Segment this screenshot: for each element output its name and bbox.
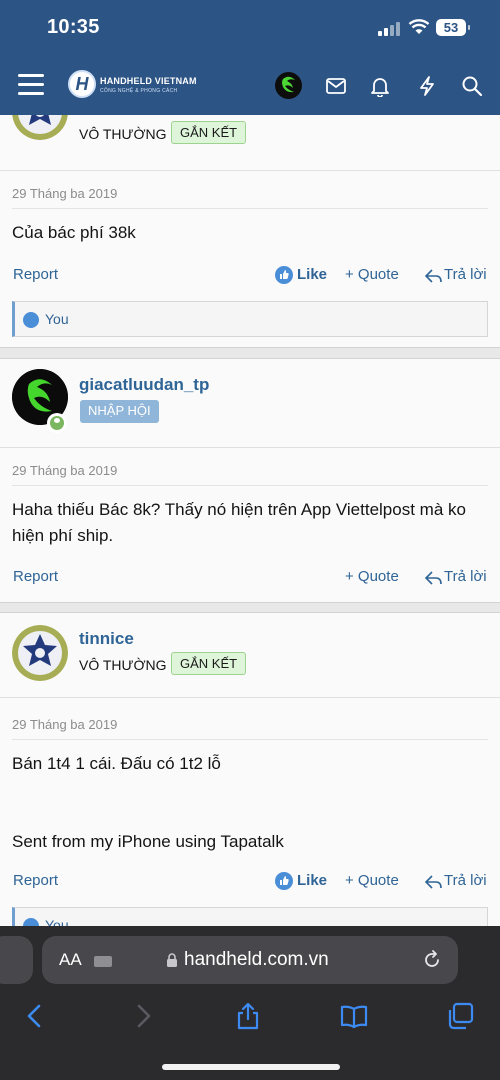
bell-icon[interactable] <box>369 75 391 97</box>
post-author: VÔ THƯỜNG GẮN KẾT <box>0 115 500 171</box>
post: VÔ THƯỜNG GẮN KẾT 29 Tháng ba 2019 Của b… <box>0 115 500 348</box>
reader-options-button[interactable]: AA <box>59 950 82 970</box>
post-author: tinnice VÔ THƯỜNG GẮN KẾT <box>0 613 500 698</box>
cellular-signal-icon <box>378 20 402 36</box>
logo-name: HANDHELD VIETNAM <box>100 76 197 86</box>
user-badge: GẮN KẾT <box>171 121 247 144</box>
wifi-icon <box>408 19 430 34</box>
like-button[interactable]: Like <box>297 872 327 889</box>
divider <box>12 739 488 740</box>
extension-icon[interactable] <box>94 956 112 967</box>
post-author: giacatluudan_tp NHẬP HỘI <box>0 359 500 448</box>
reply-button[interactable]: Trả lời <box>444 872 487 889</box>
report-button[interactable]: Report <box>13 568 58 585</box>
likes-by[interactable]: You <box>45 917 69 926</box>
site-logo[interactable]: H HANDHELD VIETNAM CÔNG NGHỆ & PHONG CÁC… <box>68 70 208 102</box>
likes-summary[interactable]: You <box>12 301 488 337</box>
logo-mark: H <box>68 70 96 98</box>
reload-icon[interactable] <box>421 949 443 971</box>
avatar[interactable] <box>12 115 68 140</box>
quote-button[interactable]: + Quote <box>345 872 399 889</box>
hamburger-icon[interactable] <box>18 74 46 96</box>
online-status-icon <box>47 413 67 433</box>
user-rank: VÔ THƯỜNG <box>79 126 167 142</box>
post-date[interactable]: 29 Tháng ba 2019 <box>12 717 117 732</box>
quote-button[interactable]: + Quote <box>345 568 399 585</box>
reply-button[interactable]: Trả lời <box>444 266 487 283</box>
status-bar: 10:35 53 <box>0 0 500 58</box>
previous-tab[interactable] <box>0 936 33 984</box>
quote-button[interactable]: + Quote <box>345 266 399 283</box>
report-button[interactable]: Report <box>13 266 58 283</box>
post-signature: Sent from my iPhone using Tapatalk <box>12 832 284 851</box>
likes-by[interactable]: You <box>45 311 69 327</box>
reply-arrow-icon <box>425 269 442 283</box>
post-body: Của bác phí 38k <box>12 223 136 242</box>
thread-content[interactable]: VÔ THƯỜNG GẮN KẾT 29 Tháng ba 2019 Của b… <box>0 115 500 926</box>
report-button[interactable]: Report <box>13 872 58 889</box>
thumbs-up-icon <box>275 266 293 284</box>
likes-summary[interactable]: You <box>12 907 488 926</box>
thumbs-up-icon <box>275 872 293 890</box>
reply-arrow-icon <box>425 875 442 889</box>
reply-button[interactable]: Trả lời <box>444 568 487 585</box>
post-actions: Report Like + Quote Trả lời <box>0 872 500 896</box>
lightning-icon[interactable] <box>416 75 438 97</box>
tabs-icon[interactable] <box>445 1002 475 1030</box>
reply-arrow-icon <box>425 571 442 585</box>
post: giacatluudan_tp NHẬP HỘI 29 Tháng ba 201… <box>0 358 500 603</box>
search-icon[interactable] <box>461 75 483 97</box>
status-time: 10:35 <box>47 16 100 38</box>
user-rank: VÔ THƯỜNG <box>79 657 167 673</box>
post-actions: Report Like + Quote Trả lời <box>0 266 500 290</box>
thumbs-up-icon <box>23 918 39 926</box>
logo-tagline: CÔNG NGHỆ & PHONG CÁCH <box>100 88 178 94</box>
avatar[interactable] <box>12 625 68 681</box>
username[interactable]: giacatluudan_tp <box>79 375 209 395</box>
post-date[interactable]: 29 Tháng ba 2019 <box>12 186 117 201</box>
user-badge: NHẬP HỘI <box>80 400 159 423</box>
divider <box>12 485 488 486</box>
post-date[interactable]: 29 Tháng ba 2019 <box>12 463 117 478</box>
site-header: H HANDHELD VIETNAM CÔNG NGHỆ & PHONG CÁC… <box>0 58 500 115</box>
home-indicator[interactable] <box>162 1064 340 1070</box>
thumbs-up-icon <box>23 312 39 328</box>
url-text[interactable]: handheld.com.vn <box>184 949 329 971</box>
share-icon[interactable] <box>233 1002 263 1030</box>
user-badge: GẮN KẾT <box>171 652 247 675</box>
mail-icon[interactable] <box>325 75 347 97</box>
bookmarks-icon[interactable] <box>339 1002 369 1030</box>
lock-icon <box>167 953 177 967</box>
address-bar[interactable]: AA handheld.com.vn <box>42 936 458 984</box>
battery-icon: 53 <box>436 19 470 36</box>
forward-icon[interactable] <box>128 1002 158 1030</box>
username[interactable]: tinnice <box>79 629 134 649</box>
post-actions: Report + Quote Trả lời <box>0 568 500 592</box>
post-body: Haha thiếu Bác 8k? Thấy nó hiện trên App… <box>12 500 466 545</box>
back-icon[interactable] <box>20 1002 50 1030</box>
user-avatar[interactable] <box>275 72 302 99</box>
like-button[interactable]: Like <box>297 266 327 283</box>
post-body-line: Bán 1t4 1 cái. Đấu có 1t2 lỗ <box>12 754 221 773</box>
divider <box>12 208 488 209</box>
post: tinnice VÔ THƯỜNG GẮN KẾT 29 Tháng ba 20… <box>0 612 500 926</box>
browser-toolbar: AA handheld.com.vn <box>0 926 500 1080</box>
